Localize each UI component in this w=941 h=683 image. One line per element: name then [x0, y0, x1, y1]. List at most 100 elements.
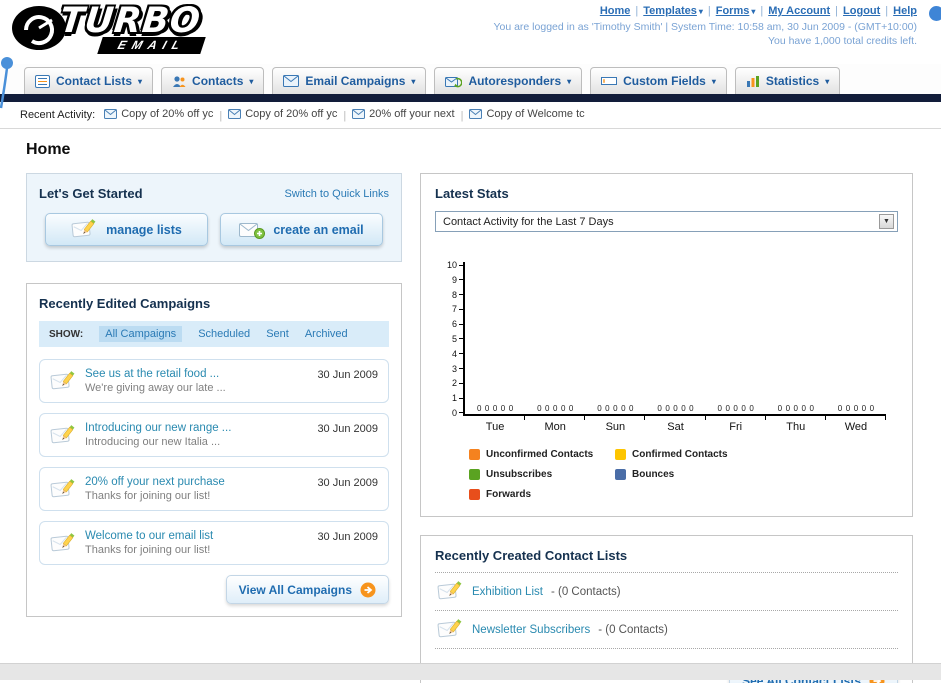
separator: |: [760, 5, 764, 17]
pencil-note-icon: [50, 370, 77, 393]
feedback-tab-icon[interactable]: [0, 56, 14, 110]
nav-tab-statistics[interactable]: Statistics ▾: [734, 67, 841, 94]
manage-lists-button[interactable]: manage lists: [45, 213, 208, 246]
campaign-title-link[interactable]: Welcome to our email list: [85, 530, 309, 542]
separator: |: [885, 5, 889, 17]
nav-tab-email-campaigns[interactable]: Email Campaigns ▾: [272, 67, 427, 94]
view-all-campaigns-button[interactable]: View All Campaigns: [225, 575, 389, 604]
nav-tab-autoresponders[interactable]: Autoresponders ▾: [434, 67, 583, 94]
campaign-subtitle: We're giving away our late ...: [85, 382, 226, 394]
bar-value: 0: [545, 404, 550, 413]
contact-list-item: Newsletter Subscribers - (0 Contacts): [435, 611, 898, 649]
bar-value: 0: [689, 404, 694, 413]
stats-period-select[interactable]: Contact Activity for the Last 7 Days ▼: [435, 211, 898, 232]
contact-list-detail: - (0 Contacts): [598, 623, 668, 636]
bar-value: 0: [560, 404, 566, 413]
separator: |: [343, 110, 347, 122]
bar-value-labels: 00000: [597, 404, 633, 414]
separator: |: [460, 110, 464, 122]
contact-activity-chart: 10 9 8 7 6 5 4 3 2 1 0 000000000000000000000000000…: [443, 261, 887, 500]
bar-value: 0: [629, 404, 634, 413]
logo-text: TURBO EMAIL: [58, 1, 207, 54]
campaigns-title: Recently Edited Campaigns: [39, 296, 211, 311]
envelope-icon: [228, 109, 242, 119]
chevron-down-icon: ▼: [879, 214, 894, 229]
chart-bar-group: 00000: [525, 262, 585, 414]
top-link-forms[interactable]: Forms ▾: [716, 5, 756, 17]
switch-quick-links-link[interactable]: Switch to Quick Links: [284, 188, 389, 200]
campaign-title-link[interactable]: See us at the retail food ...: [85, 368, 309, 380]
bar-value: 0: [801, 404, 806, 413]
top-link-templates[interactable]: Templates ▾: [643, 5, 703, 17]
campaign-date: 30 Jun 2009: [317, 369, 378, 381]
chevron-down-icon: ▾: [411, 76, 416, 86]
y-axis-label: 2: [452, 379, 463, 388]
campaign-filter-sent[interactable]: Sent: [266, 328, 289, 340]
recent-activity-item-label: 20% off your next: [369, 108, 455, 120]
pencil-note-icon: [437, 580, 464, 603]
recent-activity-label: Recent Activity:: [20, 109, 96, 121]
campaign-filter-archived[interactable]: Archived: [305, 328, 348, 340]
y-axis-label: 3: [452, 364, 463, 373]
contact-list-link[interactable]: Newsletter Subscribers: [472, 624, 590, 636]
top-bar: TURBO EMAIL Home | Templates ▾ | Forms ▾ | My Ac…: [0, 0, 941, 109]
top-link-help[interactable]: Help: [893, 5, 917, 17]
y-axis-label: 0: [452, 408, 463, 417]
recent-activity-items: Copy of 20% off yc | Copy of 20% off yc | 20…: [104, 108, 585, 122]
legend-swatch: [615, 449, 626, 460]
contact-list-link[interactable]: Exhibition List: [472, 586, 543, 598]
recent-activity-item-label: Copy of Welcome tc: [486, 108, 585, 120]
x-axis-label: Fri: [706, 416, 766, 433]
bar-value: 0: [869, 404, 875, 413]
chevron-down-icon: ▾: [698, 7, 703, 16]
x-axis-label: Mon: [525, 416, 586, 433]
bar-value: 0: [484, 404, 490, 413]
chart-y-axis: 10 9 8 7 6 5 4 3 2 1 0: [443, 261, 463, 418]
contact-lists-title: Recently Created Contact Lists: [435, 548, 898, 573]
campaign-title-link[interactable]: 20% off your next purchase: [85, 476, 309, 488]
campaign-text: 20% off your next purchase Thanks for joi…: [85, 476, 309, 502]
y-axis-label: 6: [452, 320, 463, 329]
nav-tab-label: Statistics: [765, 74, 820, 88]
nav-tab-label: Contacts: [192, 74, 244, 88]
page-title: Home: [26, 141, 71, 158]
left-column: Let's Get Started Switch to Quick Links …: [26, 173, 402, 617]
recent-activity-item[interactable]: Copy of 20% off yc: [228, 108, 337, 120]
pencil-note-icon: [50, 532, 77, 555]
campaign-subtitle: Introducing our new Italia ...: [85, 436, 221, 448]
contact-list-item: Exhibition List - (0 Contacts): [435, 573, 898, 611]
page-root: TURBO EMAIL Home | Templates ▾ | Forms ▾ | My Ac…: [0, 0, 941, 683]
campaign-date: 30 Jun 2009: [317, 531, 378, 543]
campaign-filter-all-campaigns[interactable]: All Campaigns: [99, 326, 183, 342]
main-nav: Contact Lists ▾ Contacts ▾ Email Campaigns ▾ A…: [0, 64, 941, 94]
campaign-filter-scheduled[interactable]: Scheduled: [198, 328, 250, 340]
campaign-list-item: Welcome to our email list Thanks for join…: [39, 521, 389, 565]
nav-tab-contacts[interactable]: Contacts ▾: [161, 67, 265, 94]
recent-activity-item[interactable]: 20% off your next: [352, 108, 455, 120]
top-link-my-account[interactable]: My Account: [768, 5, 830, 17]
nav-tab-contact-lists[interactable]: Contact Lists ▾: [24, 67, 154, 94]
feedback-dot-icon[interactable]: [929, 6, 941, 21]
nav-tab-custom-fields[interactable]: Custom Fields ▾: [590, 67, 727, 94]
bar-value: 0: [657, 404, 662, 413]
campaign-list-item: See us at the retail food ... We're givin…: [39, 359, 389, 403]
create-email-button[interactable]: create an email: [220, 213, 383, 246]
legend-swatch: [469, 489, 480, 500]
bar-value-labels: 00000: [838, 404, 874, 414]
recent-activity-item[interactable]: Copy of Welcome tc: [469, 108, 585, 120]
chart-bar-group: 00000: [706, 262, 766, 414]
bar-value: 0: [605, 404, 610, 413]
latest-stats-title: Latest Stats: [435, 186, 509, 201]
top-link-logout[interactable]: Logout: [843, 5, 880, 17]
separator: |: [835, 5, 839, 17]
bar-value: 0: [861, 404, 867, 413]
login-info: You are logged in as 'Timothy Smith' | S…: [493, 21, 917, 33]
campaign-title-link[interactable]: Introducing our new range ...: [85, 422, 309, 434]
legend-label: Bounces: [632, 469, 675, 480]
envelope-plus-icon: [239, 221, 266, 239]
y-axis-label: 1: [452, 394, 463, 403]
recent-activity-item[interactable]: Copy of 20% off yc: [104, 108, 213, 120]
legend-label: Forwards: [486, 489, 532, 500]
bar-value-labels: 00000: [477, 404, 513, 414]
top-link-home[interactable]: Home: [600, 5, 631, 17]
